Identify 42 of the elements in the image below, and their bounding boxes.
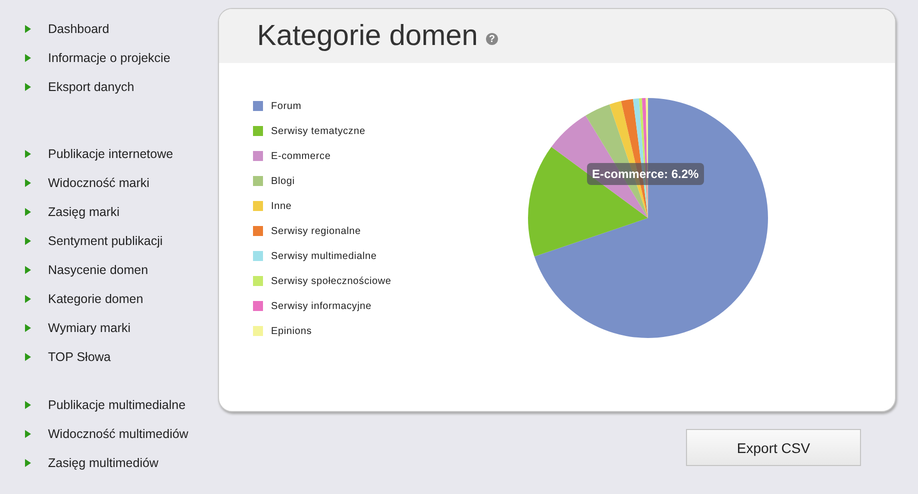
help-icon[interactable]: ? (486, 33, 498, 45)
sidebar-link[interactable]: Eksport danych (0, 72, 218, 101)
sidebar-link[interactable]: Publikacje multimedialne (0, 390, 218, 419)
chart-tooltip: E-commerce: 6.2% (587, 163, 704, 185)
legend-label: Serwisy informacyjne (271, 300, 372, 312)
sidebar-link[interactable]: Publikacje internetowe (0, 139, 218, 168)
sidebar-link[interactable]: Sentyment publikacji (0, 226, 218, 255)
bullet-icon (25, 430, 31, 438)
sidebar-link[interactable]: Zasięg multimediów (0, 448, 218, 477)
sidebar-link[interactable]: Zasięg marki (0, 197, 218, 226)
legend-label: Forum (271, 100, 302, 112)
bullet-icon (25, 400, 31, 408)
bullet-icon (25, 208, 31, 216)
legend-label: Serwisy multimedialne (271, 250, 377, 262)
bullet-icon (25, 352, 31, 360)
bullet-icon (25, 178, 31, 186)
bullet-icon (25, 24, 31, 32)
legend-label: Serwisy regionalne (271, 226, 361, 236)
bullet-icon (25, 54, 31, 62)
sidebar-link[interactable]: Dashboard (0, 14, 218, 43)
legend-label: Serwisy tematyczne (271, 126, 366, 136)
bullet-icon (25, 324, 31, 332)
bullet-icon (25, 82, 31, 90)
bullet-icon (25, 266, 31, 274)
legend-label: Epinions (271, 326, 312, 336)
sidebar-link[interactable]: Informacje o projekcie (0, 43, 218, 72)
export-button[interactable]: Export CSV (686, 429, 861, 466)
legend-label: E-commerce (271, 150, 331, 162)
legend-label: Inne (271, 200, 292, 212)
panel-title: Kategorie domen (257, 20, 478, 52)
sidebar-link[interactable]: Nasycenie domen (0, 255, 218, 284)
legend-label: Blogi (271, 176, 295, 186)
bullet-icon (25, 150, 31, 158)
sidebar-link[interactable]: Kategorie domen (0, 284, 218, 313)
bullet-icon (25, 294, 31, 302)
bullet-icon (25, 458, 31, 466)
legend-label: Serwisy społecznościowe (271, 276, 392, 286)
bullet-icon (25, 236, 31, 244)
sidebar-link[interactable]: Widoczność marki (0, 168, 218, 197)
sidebar-link[interactable]: Widoczność multimediów (0, 419, 218, 448)
sidebar-link[interactable]: TOP Słowa (0, 342, 218, 371)
sidebar-link[interactable]: Wymiary marki (0, 313, 218, 342)
